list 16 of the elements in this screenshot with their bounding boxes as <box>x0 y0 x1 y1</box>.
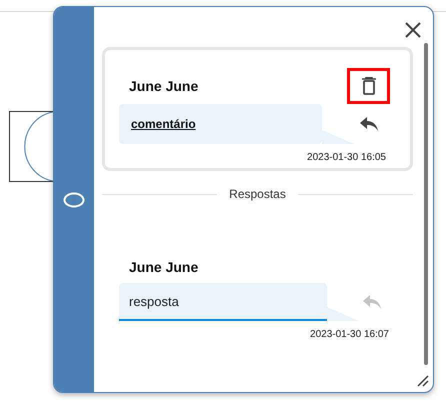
ellipse-icon <box>63 192 85 208</box>
scrollbar[interactable] <box>424 43 428 365</box>
close-button[interactable] <box>403 20 423 40</box>
replies-heading: Respostas <box>229 187 286 201</box>
timestamp: 2023-01-30 16:07 <box>309 329 389 340</box>
reply-icon <box>362 295 380 309</box>
reply-icon <box>360 117 378 131</box>
trash-icon <box>362 77 376 95</box>
reply-input[interactable]: resposta <box>119 283 327 321</box>
resize-grip-icon[interactable] <box>417 375 429 387</box>
author-name: June June <box>129 78 198 94</box>
author-name: June June <box>129 259 200 275</box>
delete-button[interactable] <box>347 68 390 104</box>
bubble-tail <box>327 307 359 321</box>
timestamp: 2023-01-30 16:05 <box>306 152 386 163</box>
comment-text: comentário <box>131 117 196 131</box>
